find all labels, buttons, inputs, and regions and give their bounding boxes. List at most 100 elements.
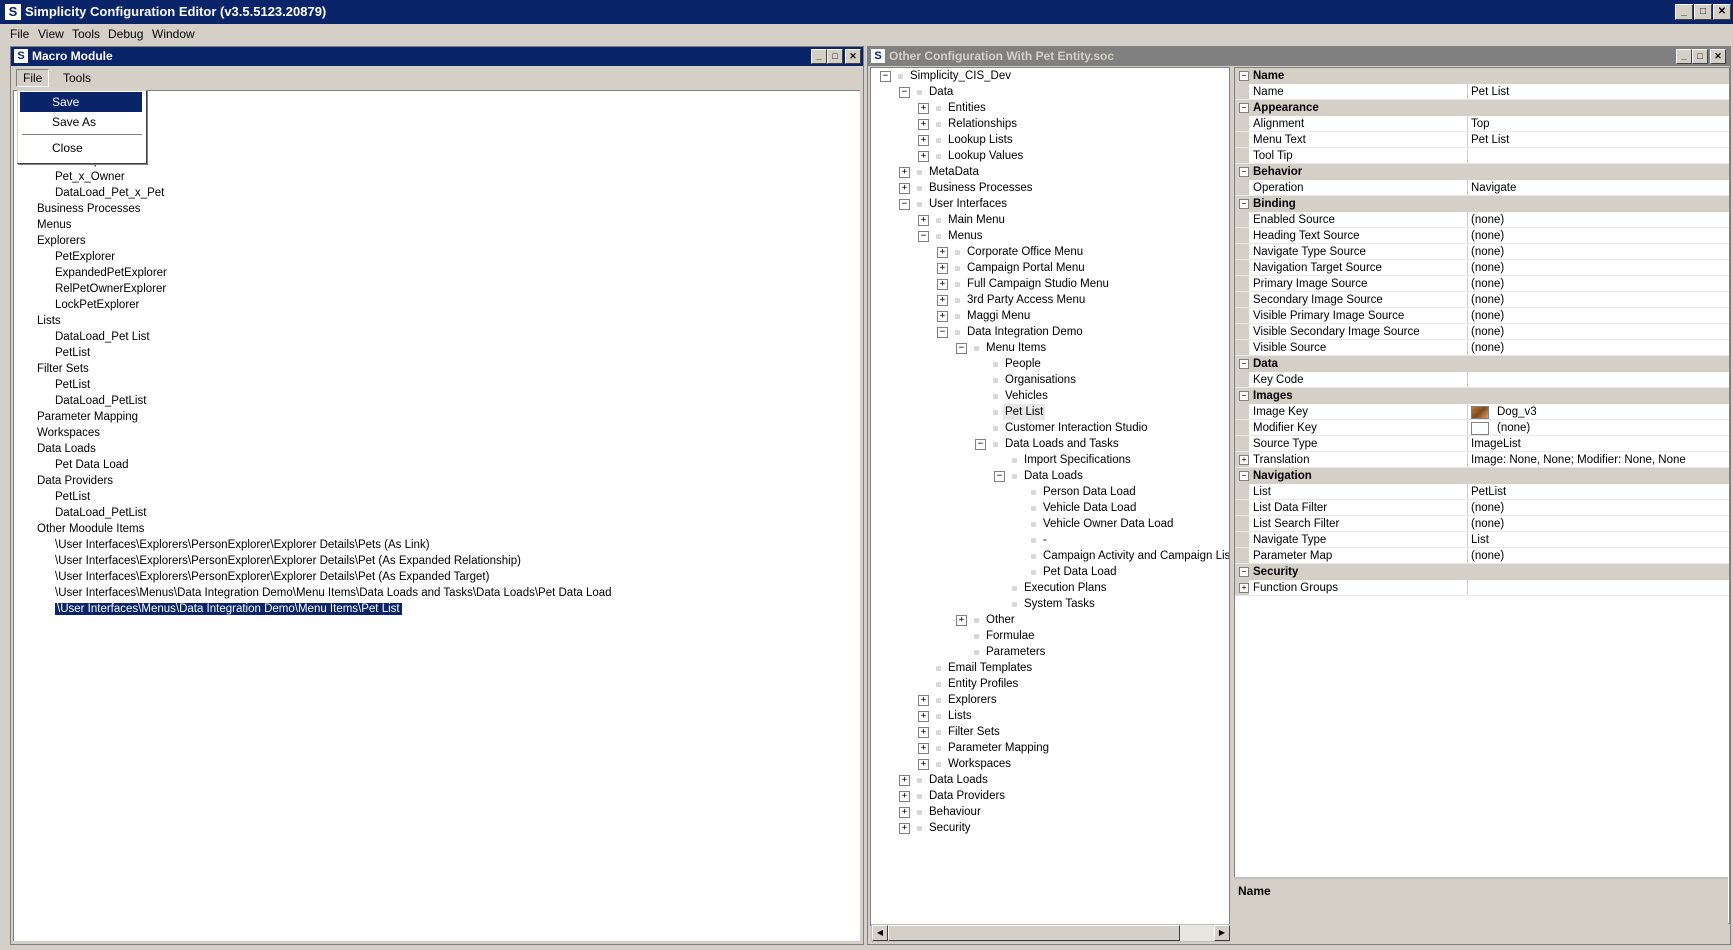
property-category[interactable]: − Security xyxy=(1235,564,1729,580)
tree-node[interactable]: − User Interfaces xyxy=(871,196,1229,212)
tree-node[interactable]: − Menu Items xyxy=(871,340,1229,356)
property-value[interactable]: (none) xyxy=(1471,308,1504,324)
property-row[interactable]: Primary Image Source (none) xyxy=(1235,276,1729,292)
menu-file[interactable]: File xyxy=(8,26,31,42)
macro-menu-tools[interactable]: Tools xyxy=(61,70,93,86)
tree-node[interactable]: Pet Data Load xyxy=(871,564,1229,580)
tree-node[interactable]: Formulae xyxy=(871,628,1229,644)
macro-list-item[interactable]: Filter Sets xyxy=(37,361,89,377)
property-value[interactable]: (none) xyxy=(1471,244,1504,260)
property-value[interactable]: (none) xyxy=(1471,548,1504,564)
property-value[interactable]: Top xyxy=(1471,116,1490,132)
expand-icon[interactable]: + xyxy=(937,311,948,322)
macro-list-item[interactable]: \User Interfaces\Explorers\PersonExplore… xyxy=(55,537,430,553)
macro-list-item[interactable]: ExpandedPetExplorer xyxy=(55,265,167,281)
collapse-icon[interactable]: − xyxy=(1239,71,1249,81)
property-value[interactable]: List xyxy=(1471,532,1489,548)
collapse-icon[interactable]: − xyxy=(1239,167,1249,177)
config-tree[interactable]: − Simplicity_CIS_Dev − Data + Entities + Relati… xyxy=(870,67,1230,926)
tree-node[interactable]: Parameters xyxy=(871,644,1229,660)
expand-icon[interactable]: + xyxy=(937,295,948,306)
tree-node[interactable]: Customer Interaction Studio xyxy=(871,420,1229,436)
maximize-icon[interactable]: □ xyxy=(1692,49,1708,64)
tree-node[interactable]: + Campaign Portal Menu xyxy=(871,260,1229,276)
macro-list-item[interactable]: Lists xyxy=(37,313,61,329)
tree-node[interactable]: Person Data Load xyxy=(871,484,1229,500)
property-grid[interactable]: − Name Name Pet List − Appearance Alignment Top… xyxy=(1234,67,1730,924)
close-icon[interactable]: ✕ xyxy=(1710,49,1726,64)
expand-icon[interactable]: + xyxy=(918,151,929,162)
property-value[interactable]: (none) xyxy=(1471,500,1504,516)
macro-list-item[interactable]: RelPetOwnerExplorer xyxy=(55,281,166,297)
tree-node[interactable]: + Main Menu xyxy=(871,212,1229,228)
tree-node[interactable]: Execution Plans xyxy=(871,580,1229,596)
tree-node[interactable]: + Behaviour xyxy=(871,804,1229,820)
tree-node[interactable]: + Data Providers xyxy=(871,788,1229,804)
tree-node[interactable]: + Security xyxy=(871,820,1229,836)
tree-node[interactable]: − Data xyxy=(871,84,1229,100)
property-row[interactable]: Heading Text Source (none) xyxy=(1235,228,1729,244)
property-value[interactable]: Pet List xyxy=(1471,132,1509,148)
menu-save-as[interactable]: Save As xyxy=(20,112,142,132)
tree-node[interactable]: + Workspaces xyxy=(871,756,1229,772)
menu-tools[interactable]: Tools xyxy=(70,26,102,42)
collapse-icon[interactable]: − xyxy=(1239,199,1249,209)
property-row[interactable]: Navigate Type List xyxy=(1235,532,1729,548)
menu-window[interactable]: Window xyxy=(150,26,197,42)
property-row[interactable]: Menu Text Pet List xyxy=(1235,132,1729,148)
collapse-icon[interactable]: − xyxy=(1239,567,1249,577)
property-value[interactable]: (none) xyxy=(1471,276,1504,292)
property-value[interactable]: (none) xyxy=(1471,260,1504,276)
property-value[interactable]: (none) xyxy=(1497,420,1530,436)
macro-list-item[interactable]: Pet_x_Owner xyxy=(55,169,125,185)
property-value[interactable]: Pet List xyxy=(1471,84,1509,100)
collapse-icon[interactable]: − xyxy=(956,343,967,354)
expand-icon[interactable]: + xyxy=(899,775,910,786)
scroll-left-icon[interactable]: ◀ xyxy=(872,925,888,941)
expand-icon[interactable]: + xyxy=(1239,455,1249,465)
tree-node[interactable]: − Data Loads and Tasks xyxy=(871,436,1229,452)
macro-list-item[interactable]: Other Moodule Items xyxy=(37,521,144,537)
macro-list-item[interactable]: Pet Data Load xyxy=(55,457,129,473)
property-row[interactable]: + Translation Image: None, None; Modifier:… xyxy=(1235,452,1729,468)
property-value[interactable]: (none) xyxy=(1471,516,1504,532)
tree-node[interactable]: − Menus xyxy=(871,228,1229,244)
menu-save[interactable]: Save xyxy=(20,92,142,112)
close-icon[interactable]: ✕ xyxy=(1713,4,1731,20)
expand-icon[interactable]: + xyxy=(918,119,929,130)
property-category[interactable]: − Navigation xyxy=(1235,468,1729,484)
macro-list-item[interactable]: Explorers xyxy=(37,233,86,249)
property-row[interactable]: Source Type ImageList xyxy=(1235,436,1729,452)
expand-icon[interactable]: + xyxy=(937,263,948,274)
expand-icon[interactable]: + xyxy=(899,823,910,834)
property-row[interactable]: List PetList xyxy=(1235,484,1729,500)
tree-node[interactable]: Vehicles xyxy=(871,388,1229,404)
tree-node[interactable]: + Parameter Mapping xyxy=(871,740,1229,756)
property-value[interactable]: (none) xyxy=(1471,212,1504,228)
expand-icon[interactable]: + xyxy=(899,791,910,802)
expand-icon[interactable]: + xyxy=(918,215,929,226)
tree-node[interactable]: - xyxy=(871,532,1229,548)
menu-debug[interactable]: Debug xyxy=(106,26,145,42)
macro-list-item[interactable]: Menus xyxy=(37,217,72,233)
collapse-icon[interactable]: − xyxy=(994,471,1005,482)
macro-list-item[interactable]: DataLoad_PetList xyxy=(55,505,146,521)
tree-horizontal-scrollbar[interactable]: ◀ ▶ xyxy=(871,924,1231,942)
tree-node[interactable]: + Lookup Values xyxy=(871,148,1229,164)
expand-icon[interactable]: + xyxy=(956,615,967,626)
property-value[interactable]: (none) xyxy=(1471,292,1504,308)
property-value[interactable]: (none) xyxy=(1471,228,1504,244)
macro-list-item[interactable]: Business Processes xyxy=(37,201,141,217)
property-category[interactable]: − Appearance xyxy=(1235,100,1729,116)
property-row[interactable]: Key Code xyxy=(1235,372,1729,388)
close-icon[interactable]: ✕ xyxy=(845,49,861,64)
collapse-icon[interactable]: − xyxy=(1239,391,1249,401)
collapse-icon[interactable]: − xyxy=(899,87,910,98)
tree-node[interactable]: Vehicle Data Load xyxy=(871,500,1229,516)
macro-list-item[interactable]: \User Interfaces\Menus\Data Integration … xyxy=(55,585,612,601)
property-category[interactable]: − Behavior xyxy=(1235,164,1729,180)
macro-list-item[interactable]: Data Providers xyxy=(37,473,113,489)
tree-node[interactable]: − Simplicity_CIS_Dev xyxy=(871,68,1229,84)
scroll-right-icon[interactable]: ▶ xyxy=(1214,925,1230,941)
minimize-icon[interactable]: _ xyxy=(1676,49,1692,64)
